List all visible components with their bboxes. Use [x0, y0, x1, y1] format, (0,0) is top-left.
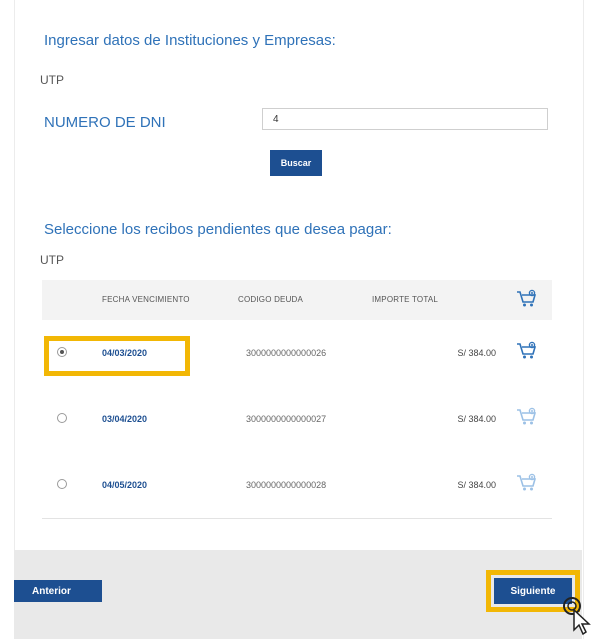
table-row[interactable]: 04/05/2020 3000000000000028 S/ 384.00 [42, 456, 552, 512]
receipts-institution-name: UTP [40, 253, 64, 267]
selected-receipt-highlight [44, 336, 190, 376]
receipts-table: FECHA VENCIMIENTO CODIGO DEUDA IMPORTE T… [42, 280, 552, 519]
pointer-cursor-icon [562, 596, 592, 641]
row-amount: S/ 384.00 [457, 348, 496, 358]
receipts-title: Seleccione los recibos pendientes que de… [44, 221, 392, 238]
add-to-cart-icon[interactable] [516, 341, 538, 366]
search-button[interactable]: Buscar [270, 150, 322, 176]
previous-button[interactable]: Anterior [14, 580, 102, 602]
row-radio[interactable] [57, 479, 67, 489]
dni-input[interactable] [262, 108, 548, 130]
cart-icon[interactable] [516, 289, 538, 314]
row-due-date[interactable]: 04/05/2020 [102, 480, 147, 490]
row-code: 3000000000000027 [246, 414, 327, 424]
header-due-date: FECHA VENCIMIENTO [102, 295, 190, 304]
table-header: FECHA VENCIMIENTO CODIGO DEUDA IMPORTE T… [42, 280, 552, 320]
row-radio[interactable] [57, 413, 67, 423]
row-amount: S/ 384.00 [457, 414, 496, 424]
row-due-date[interactable]: 03/04/2020 [102, 414, 147, 424]
header-code: CODIGO DEUDA [238, 295, 304, 304]
row-code: 3000000000000028 [246, 480, 327, 490]
table-row[interactable]: 03/04/2020 3000000000000027 S/ 384.00 [42, 390, 552, 446]
dni-label: NUMERO DE DNI [44, 114, 166, 131]
add-to-cart-icon[interactable] [516, 407, 538, 432]
institutions-title: Ingresar datos de Instituciones y Empres… [44, 32, 336, 49]
row-amount: S/ 384.00 [457, 480, 496, 490]
next-button[interactable]: Siguiente [494, 578, 572, 604]
add-to-cart-icon[interactable] [516, 473, 538, 498]
institution-name: UTP [40, 73, 64, 87]
header-amount: IMPORTE TOTAL [372, 295, 439, 304]
row-code: 3000000000000026 [246, 348, 327, 358]
